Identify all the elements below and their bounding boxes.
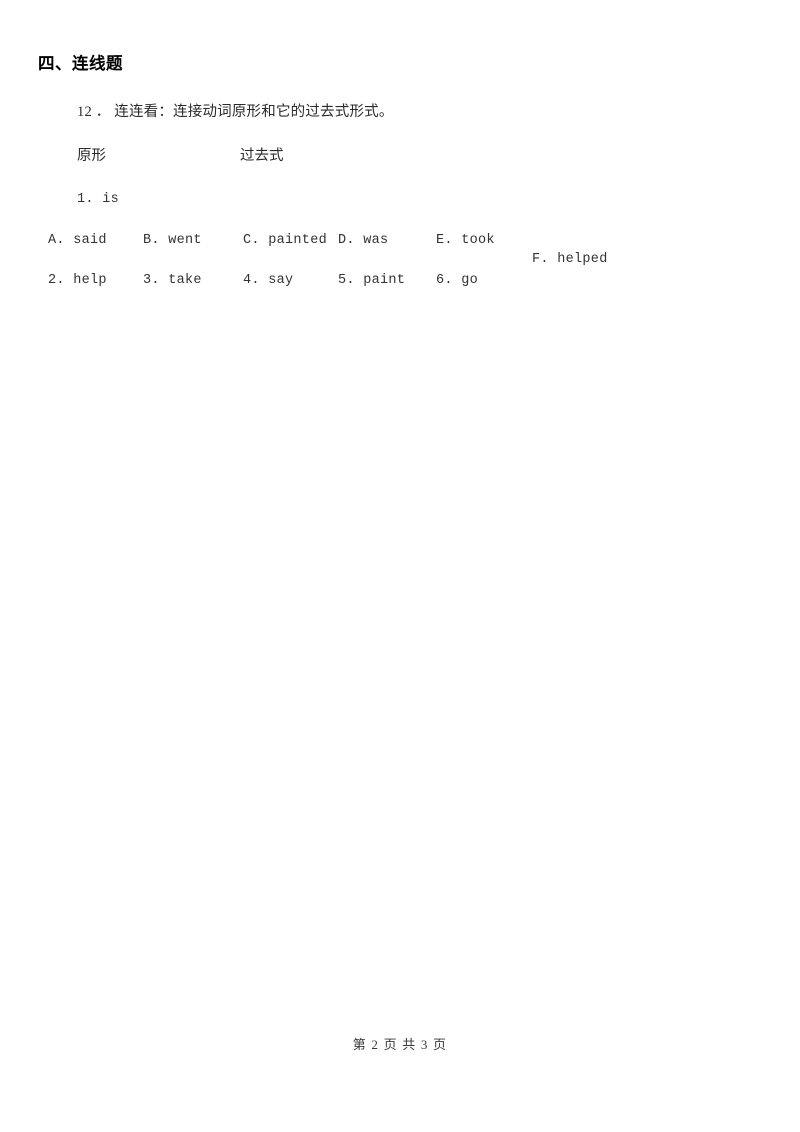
document-page: 四、连线题 12 ． 连连看：连接动词原形和它的过去式形式。 原形 过去式 1. … — [0, 0, 800, 1132]
column-header-past-form: 过去式 — [240, 148, 284, 164]
section-heading: 四、连线题 — [38, 54, 123, 73]
base-form-item-6: 6. go — [436, 273, 479, 288]
past-option-e: E. took — [436, 233, 495, 248]
page-footer: 第 2 页 共 3 页 — [352, 1037, 448, 1052]
question-stem: 12 ． 连连看：连接动词原形和它的过去式形式。 — [77, 104, 394, 120]
base-form-item-5: 5. paint — [338, 273, 406, 288]
past-option-a: A. said — [48, 233, 107, 248]
past-option-d: D. was — [338, 233, 389, 248]
base-form-item-1: 1. is — [77, 192, 120, 207]
base-form-item-3: 3. take — [143, 273, 202, 288]
column-header-row: 原形 过去式 — [77, 144, 284, 165]
past-option-c: C. painted — [243, 233, 328, 248]
past-option-f: F. helped — [532, 252, 608, 267]
base-form-item-2: 2. help — [48, 273, 107, 288]
base-form-item-4: 4. say — [243, 273, 294, 288]
past-option-b: B. went — [143, 233, 202, 248]
column-header-base-form: 原形 — [77, 148, 106, 164]
